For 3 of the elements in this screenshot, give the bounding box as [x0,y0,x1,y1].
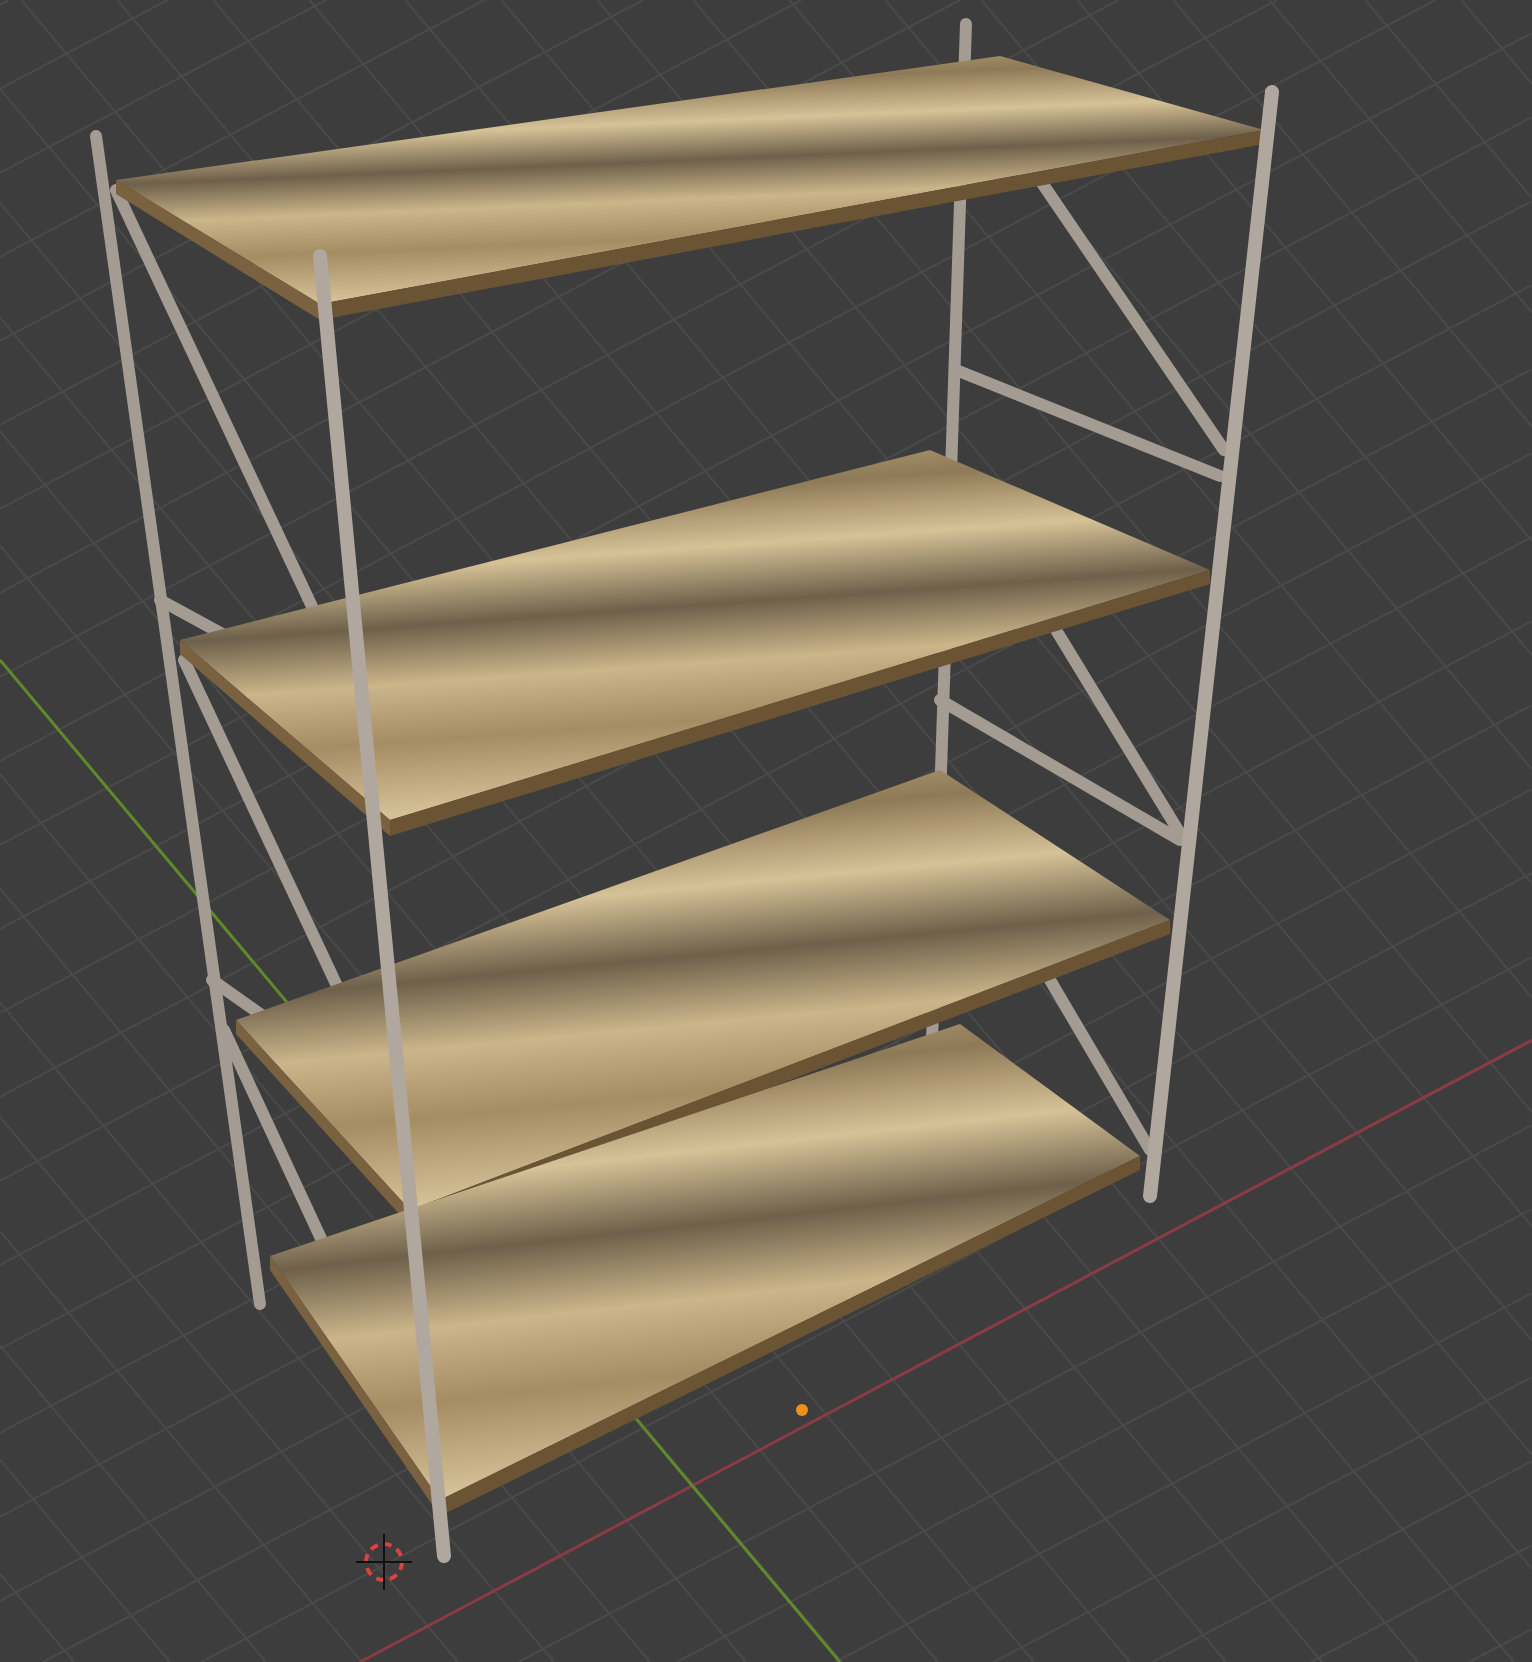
shelf-drawing[interactable] [90,18,1279,1563]
3d-cursor-icon[interactable] [355,1533,413,1591]
origin-dot [796,1404,808,1416]
